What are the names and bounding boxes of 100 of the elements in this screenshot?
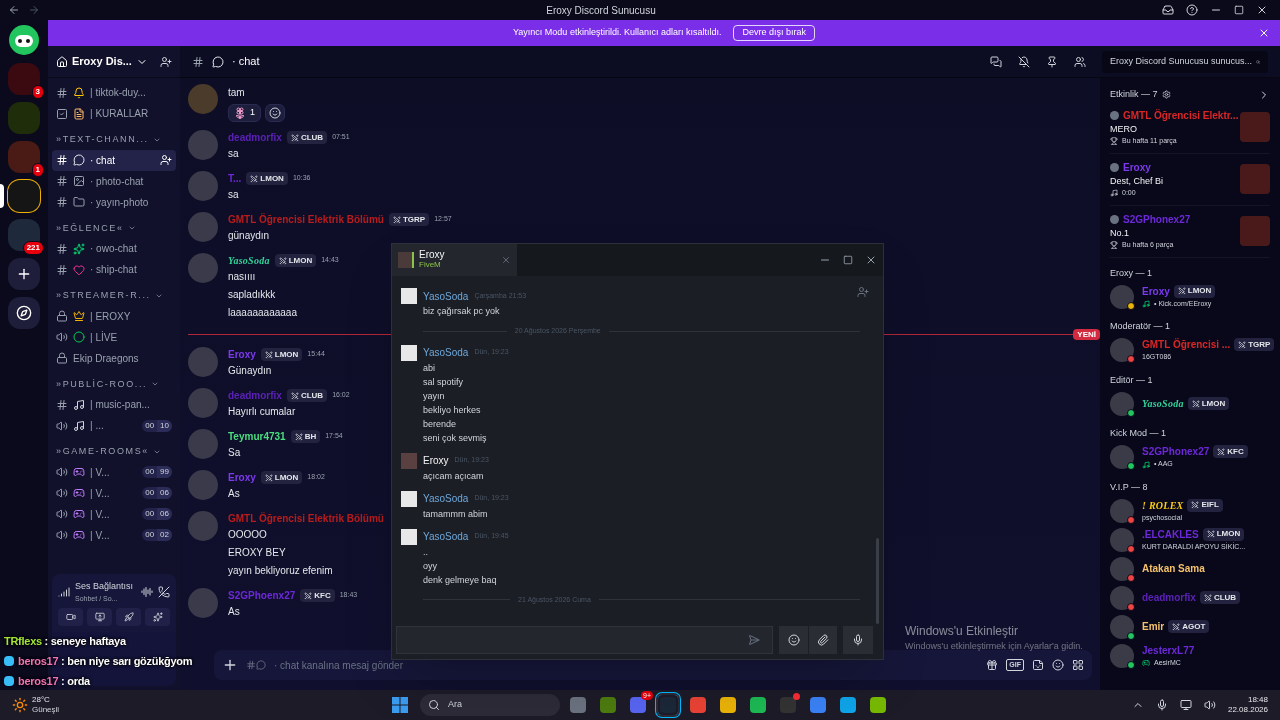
channel-item[interactable]: | tiktok-duy...: [52, 82, 176, 103]
mute-icon[interactable]: [1018, 55, 1030, 68]
user-name[interactable]: YasoSoda: [1142, 396, 1184, 411]
voice-action-button[interactable]: [145, 608, 170, 626]
user-avatar[interactable]: [1110, 614, 1134, 639]
settings-icon[interactable]: [1161, 90, 1171, 100]
clock-date[interactable]: 22.08.2026: [1227, 705, 1268, 715]
members-icon[interactable]: [1074, 55, 1086, 68]
taskbar-app[interactable]: [838, 695, 858, 715]
add-server-button[interactable]: [8, 258, 40, 290]
app-logo-icon[interactable]: [8, 24, 40, 56]
channel-item[interactable]: | ... 00 10: [52, 415, 176, 436]
clock-time[interactable]: 18:48: [1247, 695, 1268, 705]
user-name[interactable]: GMTL Öğrencisi Elektr...: [1123, 107, 1239, 123]
help-icon[interactable]: [1186, 4, 1198, 16]
channel-item[interactable]: Ekip Draegons: [52, 347, 176, 369]
taskbar-app[interactable]: [688, 695, 708, 715]
voice-action-button[interactable]: [87, 608, 112, 626]
user-name[interactable]: Teymur4731: [228, 429, 286, 444]
sticker-icon[interactable]: [1032, 659, 1044, 671]
threads-icon[interactable]: [990, 55, 1002, 68]
server-icon[interactable]: [8, 141, 40, 173]
disable-button[interactable]: Devre dışı bırak: [733, 25, 815, 41]
user-avatar[interactable]: [1110, 338, 1134, 362]
microphone-icon[interactable]: [1155, 699, 1168, 711]
channel-item[interactable]: · ship-chat: [52, 259, 176, 280]
add-reaction-button[interactable]: [265, 104, 285, 122]
maximize-icon[interactable]: [843, 255, 853, 265]
maximize-icon[interactable]: [1234, 5, 1244, 15]
category-name[interactable]: »GAME-ROOMS«: [56, 445, 149, 459]
channel-item[interactable]: · yayın-photo: [52, 191, 176, 213]
sun-icon[interactable]: [12, 697, 28, 713]
channel-item[interactable]: · owo-chat: [52, 238, 176, 259]
channel-item[interactable]: · photo-chat: [52, 170, 176, 192]
gift-icon[interactable]: [986, 659, 999, 671]
voice-action-button[interactable]: [116, 608, 141, 626]
channel-item[interactable]: | EROXY: [52, 305, 176, 327]
disconnect-icon[interactable]: [158, 586, 170, 598]
channel-item[interactable]: | LİVE: [52, 326, 176, 348]
invite-icon[interactable]: [160, 154, 172, 166]
back-icon[interactable]: [8, 4, 20, 16]
channel-item[interactable]: | V... 00 06: [52, 482, 176, 504]
close-icon[interactable]: [1256, 4, 1268, 16]
send-icon[interactable]: [748, 634, 760, 646]
user-avatar[interactable]: [1110, 556, 1134, 581]
user-avatar[interactable]: [1110, 498, 1134, 523]
voice-button[interactable]: [843, 626, 873, 654]
category-name[interactable]: »TEXT-CHANN...: [56, 133, 149, 147]
server-name[interactable]: Eroxy Dis...: [72, 53, 132, 70]
taskbar-app[interactable]: [808, 695, 828, 715]
user-avatar[interactable]: [1110, 585, 1134, 610]
channel-item[interactable]: | music-pan...: [52, 394, 176, 415]
add-attachment-icon[interactable]: [222, 657, 238, 673]
server-folder[interactable]: [8, 219, 40, 251]
channel-item[interactable]: | V... 00 99: [52, 461, 176, 483]
taskbar-app[interactable]: [748, 695, 768, 715]
server-icon[interactable]: [8, 63, 40, 95]
user-name[interactable]: ! ROLEX: [1142, 497, 1184, 513]
channel-item[interactable]: | V... 00 02: [52, 524, 176, 546]
category-name[interactable]: »EĞLENCE«: [56, 221, 124, 235]
message-text: yayın bekliyoruz efenim: [228, 564, 334, 578]
apps-icon[interactable]: [1072, 659, 1084, 671]
start-icon[interactable]: [392, 697, 408, 713]
user-avatar[interactable]: [1110, 527, 1134, 552]
user-name[interactable]: GMTL Öğrencisi ...: [1142, 337, 1231, 353]
taskbar-app[interactable]: [778, 695, 798, 715]
server-icon[interactable]: [8, 180, 40, 212]
user-avatar[interactable]: [1110, 643, 1134, 668]
noise-icon[interactable]: [141, 586, 153, 598]
message-text: seni çok sevmiş: [422, 431, 488, 445]
close-icon[interactable]: [865, 254, 877, 266]
channel-item[interactable]: · chat: [52, 149, 176, 171]
chat-tab[interactable]: Eroxy FiveM: [392, 244, 517, 276]
user-name[interactable]: Emir: [1142, 619, 1165, 634]
taskbar-app[interactable]: [718, 695, 738, 715]
volume-icon[interactable]: [1203, 699, 1216, 711]
user-avatar[interactable]: [1110, 391, 1134, 416]
discover-button[interactable]: [8, 297, 40, 329]
category-name[interactable]: »STREAMER-R...: [56, 289, 151, 303]
user-name[interactable]: Atakan Sama: [1142, 561, 1205, 576]
user-avatar[interactable]: [1110, 284, 1134, 309]
user-name[interactable]: YasoSoda: [228, 253, 270, 268]
network-icon[interactable]: [1179, 699, 1192, 711]
reaction-button[interactable]: 1: [228, 104, 261, 122]
invite-icon[interactable]: [160, 55, 172, 68]
voice-action-button[interactable]: [58, 608, 83, 626]
add-friend-icon[interactable]: [857, 286, 869, 298]
pin-icon[interactable]: [1046, 55, 1058, 68]
channel-item[interactable]: | V... 00 06: [52, 503, 176, 525]
chat-input[interactable]: [396, 626, 773, 654]
taskbar-search[interactable]: Ara: [420, 694, 560, 716]
user-avatar[interactable]: [1110, 445, 1134, 469]
close-icon[interactable]: [1258, 27, 1270, 39]
emoji-icon[interactable]: [1052, 659, 1064, 671]
search-field[interactable]: Eroxy Discord Sunucusu sunucus...: [1102, 50, 1268, 73]
taskbar-app[interactable]: [868, 695, 888, 715]
channel-item[interactable]: | KURALLAR: [52, 103, 176, 124]
category-name[interactable]: »PUBLİC-ROO...: [56, 377, 148, 391]
inbox-icon[interactable]: [1162, 4, 1174, 16]
sender-avatar: [401, 344, 417, 361]
